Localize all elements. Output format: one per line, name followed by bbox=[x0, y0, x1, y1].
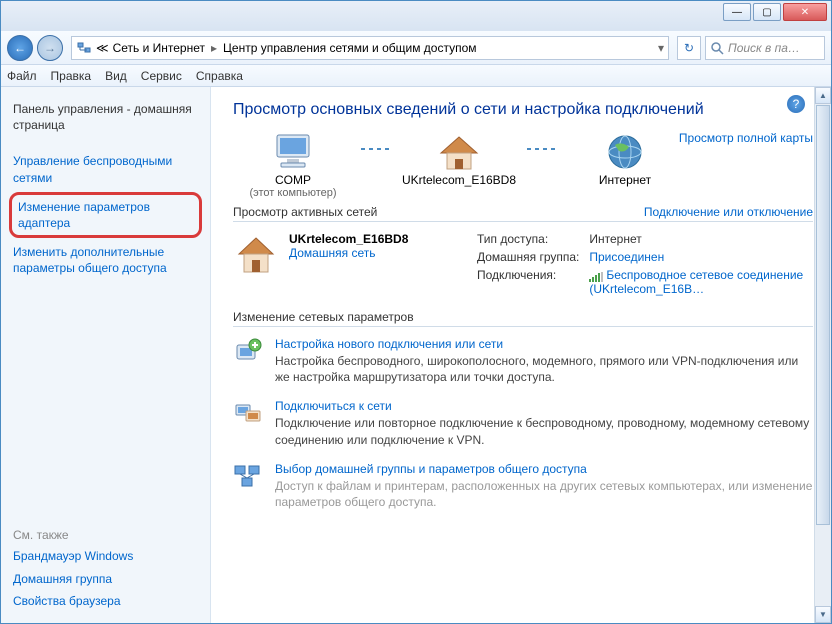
signal-icon bbox=[589, 271, 603, 281]
firewall-link[interactable]: Брандмауэр Windows bbox=[13, 548, 198, 564]
browser-props-link[interactable]: Свойства браузера bbox=[13, 593, 198, 609]
page-heading: Просмотр основных сведений о сети и наст… bbox=[233, 101, 813, 119]
adapter-settings-link[interactable]: Изменение параметров адаптера bbox=[18, 199, 193, 231]
breadcrumb-item[interactable]: Центр управления сетями и общим доступом bbox=[223, 41, 477, 55]
search-icon bbox=[710, 41, 724, 55]
see-also-title: См. также bbox=[13, 528, 198, 542]
back-button[interactable]: ← bbox=[7, 35, 33, 61]
manage-wireless-link[interactable]: Управление беспроводными сетями bbox=[13, 153, 198, 185]
control-panel-home-link[interactable]: Панель управления - домашняя страница bbox=[13, 101, 198, 133]
network-type-link[interactable]: Домашняя сеть bbox=[289, 246, 408, 260]
nav-toolbar: ← → ≪ Сеть и Интернет ▸ Центр управления… bbox=[1, 31, 831, 65]
task-homegroup: Выбор домашней группы и параметров общег… bbox=[233, 462, 813, 510]
scroll-down-button[interactable]: ▼ bbox=[815, 606, 831, 623]
maximize-button[interactable]: ▢ bbox=[753, 3, 781, 21]
titlebar: — ▢ ✕ bbox=[1, 1, 831, 31]
connect-network-icon bbox=[233, 399, 263, 427]
forward-button[interactable]: → bbox=[37, 35, 63, 61]
scroll-up-button[interactable]: ▲ bbox=[815, 87, 831, 104]
task-new-connection: Настройка нового подключения или сети На… bbox=[233, 337, 813, 385]
refresh-button[interactable]: ↻ bbox=[677, 36, 701, 60]
menubar: Файл Правка Вид Сервис Справка bbox=[1, 65, 831, 87]
chevron-right-icon: ▸ bbox=[209, 41, 219, 55]
homegroup-link[interactable]: Домашняя группа bbox=[13, 571, 198, 587]
highlight-adapter-settings: Изменение параметров адаптера bbox=[9, 192, 202, 238]
home-network-icon bbox=[233, 232, 279, 278]
network-name: UKrtelecom_E16BD8 bbox=[289, 232, 408, 246]
task-desc: Подключение или повторное подключение к … bbox=[275, 415, 813, 447]
network-sharing-center-window: — ▢ ✕ ← → ≪ Сеть и Интернет ▸ Центр упра… bbox=[0, 0, 832, 624]
task-desc: Настройка беспроводного, широкополосного… bbox=[275, 353, 813, 385]
task-desc: Доступ к файлам и принтерам, расположенн… bbox=[275, 478, 813, 510]
task-title-link[interactable]: Подключиться к сети bbox=[275, 399, 813, 413]
connection-line bbox=[361, 148, 391, 150]
close-button[interactable]: ✕ bbox=[783, 3, 827, 21]
node-router[interactable]: UKrtelecom_E16BD8 bbox=[399, 131, 519, 199]
menu-tools[interactable]: Сервис bbox=[141, 69, 182, 83]
breadcrumb-item[interactable]: Сеть и Интернет bbox=[113, 41, 205, 55]
active-networks-label: Просмотр активных сетей bbox=[233, 205, 377, 219]
scroll-thumb[interactable] bbox=[816, 105, 830, 525]
network-map: COMP (этот компьютер) UKrtelecom_E16BD8 bbox=[233, 131, 813, 199]
globe-icon bbox=[601, 131, 649, 173]
search-input[interactable]: Поиск в па… bbox=[705, 36, 825, 60]
menu-help[interactable]: Справка bbox=[196, 69, 243, 83]
house-icon bbox=[435, 131, 483, 173]
vertical-scrollbar[interactable]: ▲ ▼ bbox=[814, 87, 831, 623]
see-also-section: См. также Брандмауэр Windows Домашняя гр… bbox=[13, 528, 198, 609]
advanced-sharing-link[interactable]: Изменить дополнительные параметры общего… bbox=[13, 244, 198, 276]
task-title-link[interactable]: Выбор домашней группы и параметров общег… bbox=[275, 462, 813, 476]
access-type-label: Тип доступа: bbox=[477, 232, 579, 246]
task-connect-network: Подключиться к сети Подключение или повт… bbox=[233, 399, 813, 447]
menu-file[interactable]: Файл bbox=[7, 69, 37, 83]
connect-disconnect-link[interactable]: Подключение или отключение bbox=[644, 205, 813, 219]
homegroup-link[interactable]: Присоединен bbox=[589, 250, 813, 264]
menu-edit[interactable]: Правка bbox=[51, 69, 92, 83]
connections-label: Подключения: bbox=[477, 268, 579, 296]
new-connection-icon bbox=[233, 337, 263, 365]
full-map-link[interactable]: Просмотр полной карты bbox=[679, 131, 813, 145]
node-internet[interactable]: Интернет bbox=[565, 131, 685, 199]
node-this-computer[interactable]: COMP (этот компьютер) bbox=[233, 131, 353, 199]
homegroup-icon bbox=[233, 462, 263, 490]
task-title-link[interactable]: Настройка нового подключения или сети bbox=[275, 337, 813, 351]
main-panel: ? Просмотр основных сведений о сети и на… bbox=[211, 87, 831, 623]
content-area: Панель управления - домашняя страница Уп… bbox=[1, 87, 831, 623]
side-panel: Панель управления - домашняя страница Уп… bbox=[1, 87, 211, 623]
help-icon[interactable]: ? bbox=[787, 95, 805, 113]
active-network-block: UKrtelecom_E16BD8 Домашняя сеть Тип дост… bbox=[233, 222, 813, 310]
minimize-button[interactable]: — bbox=[723, 3, 751, 21]
access-type-value: Интернет bbox=[589, 232, 813, 246]
homegroup-label: Домашняя группа: bbox=[477, 250, 579, 264]
breadcrumb[interactable]: ≪ Сеть и Интернет ▸ Центр управления сет… bbox=[71, 36, 669, 60]
computer-icon bbox=[269, 131, 317, 173]
network-icon bbox=[76, 40, 92, 56]
change-settings-title: Изменение сетевых параметров bbox=[233, 310, 813, 327]
menu-view[interactable]: Вид bbox=[105, 69, 127, 83]
connection-link[interactable]: Беспроводное сетевое соединение (UKrtele… bbox=[589, 268, 813, 296]
connection-line bbox=[527, 148, 557, 150]
